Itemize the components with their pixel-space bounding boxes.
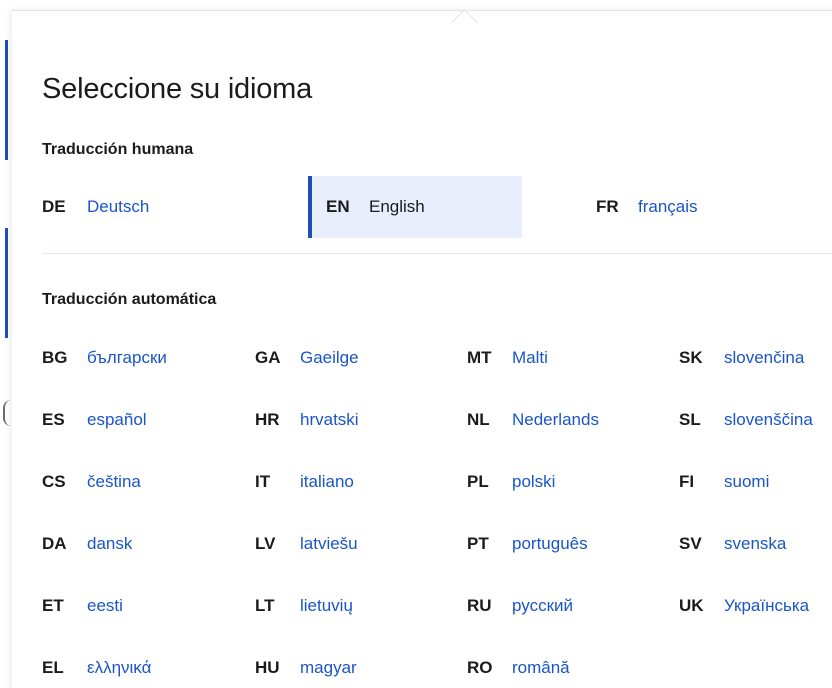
language-name: dansk xyxy=(87,534,133,553)
language-name: čeština xyxy=(87,472,141,491)
language-code: FR xyxy=(596,197,619,216)
machine-translation-heading: Traducción automática xyxy=(42,291,217,308)
language-code: SV xyxy=(679,534,702,553)
language-option-ru[interactable]: RU русский xyxy=(467,575,573,637)
language-name: Malti xyxy=(512,348,548,367)
language-popover: Seleccione su idioma Traducción humana D… xyxy=(12,9,832,688)
language-option-lt[interactable]: LT lietuvių xyxy=(255,575,353,637)
language-code: IT xyxy=(255,472,271,491)
popover-title: Seleccione su idioma xyxy=(42,73,313,105)
language-code: ET xyxy=(42,596,64,615)
background-page-edge xyxy=(0,0,12,688)
language-name: български xyxy=(87,348,167,367)
language-option-ga[interactable]: GA Gaeilge xyxy=(255,327,359,389)
language-option-sv[interactable]: SV svenska xyxy=(679,513,786,575)
language-code: LT xyxy=(255,596,275,615)
language-option-it[interactable]: IT italiano xyxy=(255,451,354,513)
language-name: français xyxy=(638,197,698,216)
language-name: lietuvių xyxy=(300,596,353,615)
language-code: SK xyxy=(679,348,703,367)
language-name: ελληνικά xyxy=(87,658,152,677)
language-option-et[interactable]: ET eesti xyxy=(42,575,123,637)
language-code: RU xyxy=(467,596,492,615)
language-name: suomi xyxy=(724,472,770,491)
language-name: slovenčina xyxy=(724,348,805,367)
language-code: EL xyxy=(42,658,64,677)
language-code: NL xyxy=(467,410,490,429)
section-divider xyxy=(42,253,832,254)
language-code: FI xyxy=(679,472,695,491)
language-option-hr[interactable]: HR hrvatski xyxy=(255,389,359,451)
language-option-es[interactable]: ES español xyxy=(42,389,147,451)
language-option-lv[interactable]: LV latviešu xyxy=(255,513,358,575)
language-option-sl[interactable]: SL slovenščina xyxy=(679,389,813,451)
language-code: EN xyxy=(326,197,350,216)
language-option-ro[interactable]: RO română xyxy=(467,637,570,688)
language-code: RO xyxy=(467,658,493,677)
language-name: hrvatski xyxy=(300,410,359,429)
language-option-cs[interactable]: CS čeština xyxy=(42,451,141,513)
language-selector-screen: Seleccione su idioma Traducción humana D… xyxy=(0,0,832,688)
language-name: русский xyxy=(512,596,574,615)
language-name: português xyxy=(512,534,588,553)
background-accent-bar xyxy=(5,228,8,338)
language-name: Українська xyxy=(724,596,810,615)
language-option-fi[interactable]: FI suomi xyxy=(679,451,769,513)
language-name: română xyxy=(512,658,570,677)
language-option-uk[interactable]: UK Українська xyxy=(679,575,809,637)
language-code: CS xyxy=(42,472,66,491)
language-name: polski xyxy=(512,472,556,491)
language-name: Deutsch xyxy=(87,197,150,216)
language-code: HU xyxy=(255,658,280,677)
language-name: svenska xyxy=(724,534,787,553)
language-code: UK xyxy=(679,596,704,615)
language-option-el[interactable]: EL ελληνικά xyxy=(42,637,151,688)
language-code: DE xyxy=(42,197,66,216)
language-option-pl[interactable]: PL polski xyxy=(467,451,555,513)
language-option-bg[interactable]: BG български xyxy=(42,327,167,389)
human-translation-heading: Traducción humana xyxy=(42,141,194,158)
background-accent-bar xyxy=(5,40,8,160)
popover-pointer xyxy=(451,9,478,36)
language-name: Gaeilge xyxy=(300,348,359,367)
language-code: LV xyxy=(255,534,276,553)
background-bracket-glyph xyxy=(3,400,11,426)
language-code: HR xyxy=(255,410,280,429)
language-option-hu[interactable]: HU magyar xyxy=(255,637,357,688)
language-code: DA xyxy=(42,534,67,553)
language-name: slovenščina xyxy=(724,410,813,429)
language-name: Nederlands xyxy=(512,410,599,429)
language-name: English xyxy=(369,197,425,216)
language-name: español xyxy=(87,410,147,429)
language-code: BG xyxy=(42,348,68,367)
language-code: PT xyxy=(467,534,489,553)
language-name: magyar xyxy=(300,658,357,677)
language-option-fr[interactable]: FR français xyxy=(596,176,816,238)
language-option-da[interactable]: DA dansk xyxy=(42,513,132,575)
language-option-nl[interactable]: NL Nederlands xyxy=(467,389,599,451)
language-name: latviešu xyxy=(300,534,358,553)
language-option-sk[interactable]: SK slovenčina xyxy=(679,327,804,389)
language-option-mt[interactable]: MT Malti xyxy=(467,327,548,389)
language-option-pt[interactable]: PT português xyxy=(467,513,588,575)
language-option-de[interactable]: DE Deutsch xyxy=(42,176,302,238)
language-code: SL xyxy=(679,410,701,429)
language-option-en[interactable]: EN English xyxy=(308,176,522,238)
language-name: italiano xyxy=(300,472,354,491)
language-name: eesti xyxy=(87,596,123,615)
language-code: PL xyxy=(467,472,489,491)
language-code: GA xyxy=(255,348,281,367)
language-code: ES xyxy=(42,410,65,429)
language-code: MT xyxy=(467,348,492,367)
